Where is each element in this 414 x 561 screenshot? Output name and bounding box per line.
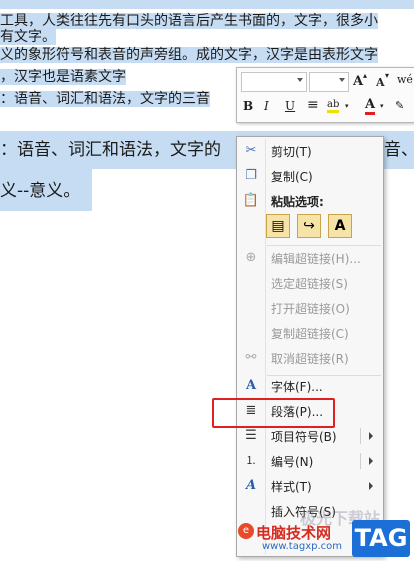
menu-paste-options-header: 📋 粘贴选项: — [242, 193, 324, 209]
paste-text-only-icon[interactable]: A — [328, 214, 352, 238]
doc-text-line-large: 义--意义。 — [0, 181, 81, 201]
doc-text-line — [0, 0, 414, 9]
grow-font-button[interactable]: A — [353, 74, 363, 89]
font-name-dropdown[interactable] — [241, 72, 307, 92]
styles-icon: A — [245, 478, 257, 493]
watermark-site-name: 电脑技术网 — [256, 524, 332, 542]
underline-button[interactable]: U — [285, 99, 295, 113]
doc-text-line: 工具，人类往往先有口头的语言后产生书面的，文字，很多小 — [0, 13, 378, 29]
menu-item-select-hyperlink[interactable]: 选定超链接(S) — [237, 271, 383, 295]
unlink-icon: ⚯ — [245, 350, 257, 365]
doc-text-line-large: ：语音、词汇和语法，文字的 — [0, 140, 221, 160]
submenu-arrow-icon — [369, 457, 373, 465]
clipboard-icon: 📋 — [242, 193, 260, 208]
phonetic-guide-button[interactable]: wén — [397, 73, 413, 86]
font-color-button[interactable]: A — [365, 97, 376, 115]
numbered-list-icon: ⒈ — [245, 454, 257, 467]
doc-text-line-large: 音、 — [384, 140, 414, 160]
watermark-url: www.tagxp.com — [262, 541, 342, 552]
mini-toolbar: A ▴ A ▾ wén B I U ≡ ab ▾ A ▾ ✎ — [236, 67, 414, 123]
center-align-button[interactable]: ≡ — [307, 97, 319, 113]
menu-item-numbering[interactable]: ⒈ 编号(N) — [237, 449, 383, 473]
highlight-box — [212, 398, 335, 428]
font-color-dropdown-icon[interactable]: ▾ — [380, 102, 384, 110]
paste-keep-formatting-icon[interactable]: ▤ — [266, 214, 290, 238]
scissors-icon: ✂ — [245, 143, 257, 158]
context-menu: ✂ 剪切(T) ❐ 复制(C) 📋 粘贴选项: ▤ ↪ A ⊕ 编辑超链接(H)… — [236, 136, 384, 557]
watermark-logo-icon: e — [238, 523, 254, 539]
format-painter-button[interactable]: ✎ — [395, 99, 404, 112]
menu-item-copy[interactable]: ❐ 复制(C) — [237, 164, 383, 188]
font-icon: A — [245, 378, 257, 393]
menu-item-remove-hyperlink[interactable]: ⚯ 取消超链接(R) — [237, 346, 383, 370]
menu-item-cut[interactable]: ✂ 剪切(T) — [237, 139, 383, 163]
menu-item-font[interactable]: A 字体(F)... — [237, 374, 383, 398]
globe-link-icon: ⊕ — [245, 250, 257, 265]
menu-item-open-hyperlink[interactable]: 打开超链接(O) — [237, 296, 383, 320]
italic-button[interactable]: I — [264, 99, 269, 113]
copy-icon: ❐ — [245, 168, 257, 183]
shrink-font-button[interactable]: A — [376, 76, 385, 89]
highlight-button[interactable]: ab — [327, 99, 340, 113]
doc-text-line: 有文字。 — [0, 29, 56, 45]
submenu-arrow-icon — [369, 432, 373, 440]
paste-merge-formatting-icon[interactable]: ↪ — [297, 214, 321, 238]
submenu-arrow-icon — [369, 482, 373, 490]
highlight-dropdown-icon[interactable]: ▾ — [345, 102, 349, 110]
doc-text-line: ：语音、词汇和语法，文字的三音 — [0, 91, 210, 107]
bold-button[interactable]: B — [243, 99, 253, 113]
watermark-tag-logo: TAG — [352, 520, 410, 557]
bullet-list-icon: ☰ — [245, 428, 257, 443]
grow-font-arrow-icon: ▴ — [363, 71, 368, 80]
font-size-dropdown[interactable] — [309, 72, 349, 92]
doc-text-line: 义的象形符号和表音的声旁组。成的文字，汉字是由表形文字 — [0, 47, 378, 63]
shrink-font-arrow-icon: ▾ — [385, 71, 390, 80]
menu-item-copy-hyperlink[interactable]: 复制超链接(C) — [237, 321, 383, 345]
menu-item-styles[interactable]: A 样式(T) — [237, 474, 383, 498]
menu-item-edit-hyperlink[interactable]: ⊕ 编辑超链接(H)... — [237, 246, 383, 270]
doc-text-line: ，汉字也是语素文字 — [0, 69, 126, 85]
